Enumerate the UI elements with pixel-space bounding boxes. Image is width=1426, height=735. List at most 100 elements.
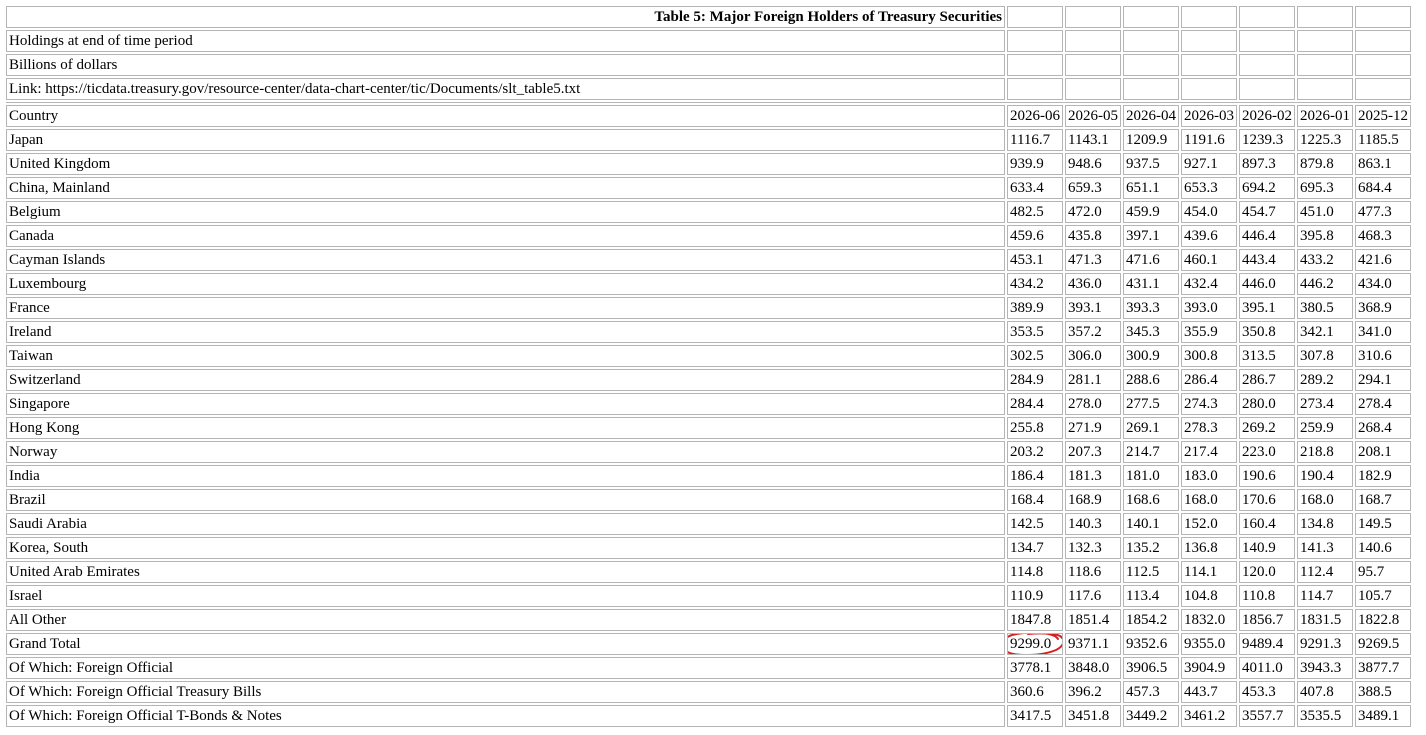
value-cell: 284.4	[1007, 393, 1063, 415]
value-cell: 9299.0	[1007, 633, 1063, 655]
value-cell: 653.3	[1181, 177, 1237, 199]
value-cell: 3904.9	[1181, 657, 1237, 679]
value-cell: 152.0	[1181, 513, 1237, 535]
value-cell: 1847.8	[1007, 609, 1063, 631]
value-cell: 380.5	[1297, 297, 1353, 319]
table-row: France 389.9 393.1 393.3 393.0 395.1 380.5 368.…	[6, 297, 1411, 319]
value-cell: 3449.2	[1123, 705, 1179, 727]
empty-cell	[1007, 6, 1063, 28]
value-cell: 341.0	[1355, 321, 1411, 343]
empty-cell	[1355, 54, 1411, 76]
country-cell: Switzerland	[6, 369, 1005, 391]
value-cell: 9371.1	[1065, 633, 1121, 655]
value-cell: 694.2	[1239, 177, 1295, 199]
empty-cell	[1355, 6, 1411, 28]
country-cell: Israel	[6, 585, 1005, 607]
country-cell: Cayman Islands	[6, 249, 1005, 271]
value-cell: 879.8	[1297, 153, 1353, 175]
value-cell: 168.9	[1065, 489, 1121, 511]
value-cell: 355.9	[1181, 321, 1237, 343]
value-cell: 310.6	[1355, 345, 1411, 367]
country-cell: Of Which: Foreign Official T-Bonds & Not…	[6, 705, 1005, 727]
value-cell: 286.4	[1181, 369, 1237, 391]
column-header-period: 2026-06	[1007, 105, 1063, 127]
table-row: Luxembourg 434.2 436.0 431.1 432.4 446.0 446.2…	[6, 273, 1411, 295]
value-cell: 313.5	[1239, 345, 1295, 367]
value-cell: 104.8	[1181, 585, 1237, 607]
subtitle-row: Link: https://ticdata.treasury.gov/resou…	[6, 78, 1411, 100]
value-cell: 3557.7	[1239, 705, 1295, 727]
value-cell: 434.2	[1007, 273, 1063, 295]
value-cell: 112.4	[1297, 561, 1353, 583]
value-cell: 684.4	[1355, 177, 1411, 199]
value-cell: 1822.8	[1355, 609, 1411, 631]
empty-cell	[1181, 6, 1237, 28]
value-cell: 1116.7	[1007, 129, 1063, 151]
column-header-country: Country	[6, 105, 1005, 127]
value-cell: 214.7	[1123, 441, 1179, 463]
value-cell: 168.7	[1355, 489, 1411, 511]
empty-cell	[1123, 30, 1179, 52]
column-header-period: 2026-02	[1239, 105, 1295, 127]
value-cell: 281.1	[1065, 369, 1121, 391]
value-cell: 3461.2	[1181, 705, 1237, 727]
table-row: All Other 1847.8 1851.4 1854.2 1832.0 1856.7 1…	[6, 609, 1411, 631]
value-cell: 218.8	[1297, 441, 1353, 463]
table-row: Of Which: Foreign Official T-Bonds & Not…	[6, 705, 1411, 727]
value-cell: 446.4	[1239, 225, 1295, 247]
value-cell: 110.8	[1239, 585, 1295, 607]
empty-cell	[1181, 54, 1237, 76]
value-cell: 95.7	[1355, 561, 1411, 583]
value-cell: 9269.5	[1355, 633, 1411, 655]
value-cell: 112.5	[1123, 561, 1179, 583]
value-cell: 186.4	[1007, 465, 1063, 487]
value-cell: 140.9	[1239, 537, 1295, 559]
table-row: United Kingdom 939.9 948.6 937.5 927.1 897.3 8…	[6, 153, 1411, 175]
value-cell: 141.3	[1297, 537, 1353, 559]
country-cell: All Other	[6, 609, 1005, 631]
column-header-period: 2026-01	[1297, 105, 1353, 127]
value-cell: 3943.3	[1297, 657, 1353, 679]
value-cell: 110.9	[1007, 585, 1063, 607]
value-cell: 183.0	[1181, 465, 1237, 487]
value-cell: 4011.0	[1239, 657, 1295, 679]
separator-row	[6, 102, 1411, 103]
value-cell: 1854.2	[1123, 609, 1179, 631]
value-cell: 259.9	[1297, 417, 1353, 439]
table-row: Of Which: Foreign Official 3778.1 3848.0 39…	[6, 657, 1411, 679]
table-body: Table 5: Major Foreign Holders of Treasu…	[6, 6, 1411, 727]
value-cell: 360.6	[1007, 681, 1063, 703]
value-cell: 897.3	[1239, 153, 1295, 175]
value-cell: 190.4	[1297, 465, 1353, 487]
separator-line	[6, 102, 1411, 103]
value-cell: 659.3	[1065, 177, 1121, 199]
value-cell: 350.8	[1239, 321, 1295, 343]
value-cell: 434.0	[1355, 273, 1411, 295]
value-cell: 3535.5	[1297, 705, 1353, 727]
value-cell: 300.8	[1181, 345, 1237, 367]
value-cell: 342.1	[1297, 321, 1353, 343]
country-cell: Of Which: Foreign Official Treasury Bill…	[6, 681, 1005, 703]
table-row: United Arab Emirates 114.8 118.6 112.5 114.1…	[6, 561, 1411, 583]
value-cell: 3417.5	[1007, 705, 1063, 727]
value-cell: 1191.6	[1181, 129, 1237, 151]
country-cell: Of Which: Foreign Official	[6, 657, 1005, 679]
value-cell: 268.4	[1355, 417, 1411, 439]
value-cell: 436.0	[1065, 273, 1121, 295]
subtitle-units: Billions of dollars	[6, 54, 1005, 76]
value-cell: 393.3	[1123, 297, 1179, 319]
table-row: China, Mainland 633.4 659.3 651.1 653.3 694.2…	[6, 177, 1411, 199]
country-cell: United Arab Emirates	[6, 561, 1005, 583]
value-cell: 395.8	[1297, 225, 1353, 247]
table-row: Ireland 353.5 357.2 345.3 355.9 350.8 342.1 341…	[6, 321, 1411, 343]
value-cell: 459.9	[1123, 201, 1179, 223]
value-cell: 1239.3	[1239, 129, 1295, 151]
value-cell: 288.6	[1123, 369, 1179, 391]
value-cell: 397.1	[1123, 225, 1179, 247]
value-cell: 277.5	[1123, 393, 1179, 415]
value-cell: 181.3	[1065, 465, 1121, 487]
value-cell: 181.0	[1123, 465, 1179, 487]
value-cell: 345.3	[1123, 321, 1179, 343]
table-row: Norway 203.2 207.3 214.7 217.4 223.0 218.8 208.…	[6, 441, 1411, 463]
value-cell: 453.1	[1007, 249, 1063, 271]
